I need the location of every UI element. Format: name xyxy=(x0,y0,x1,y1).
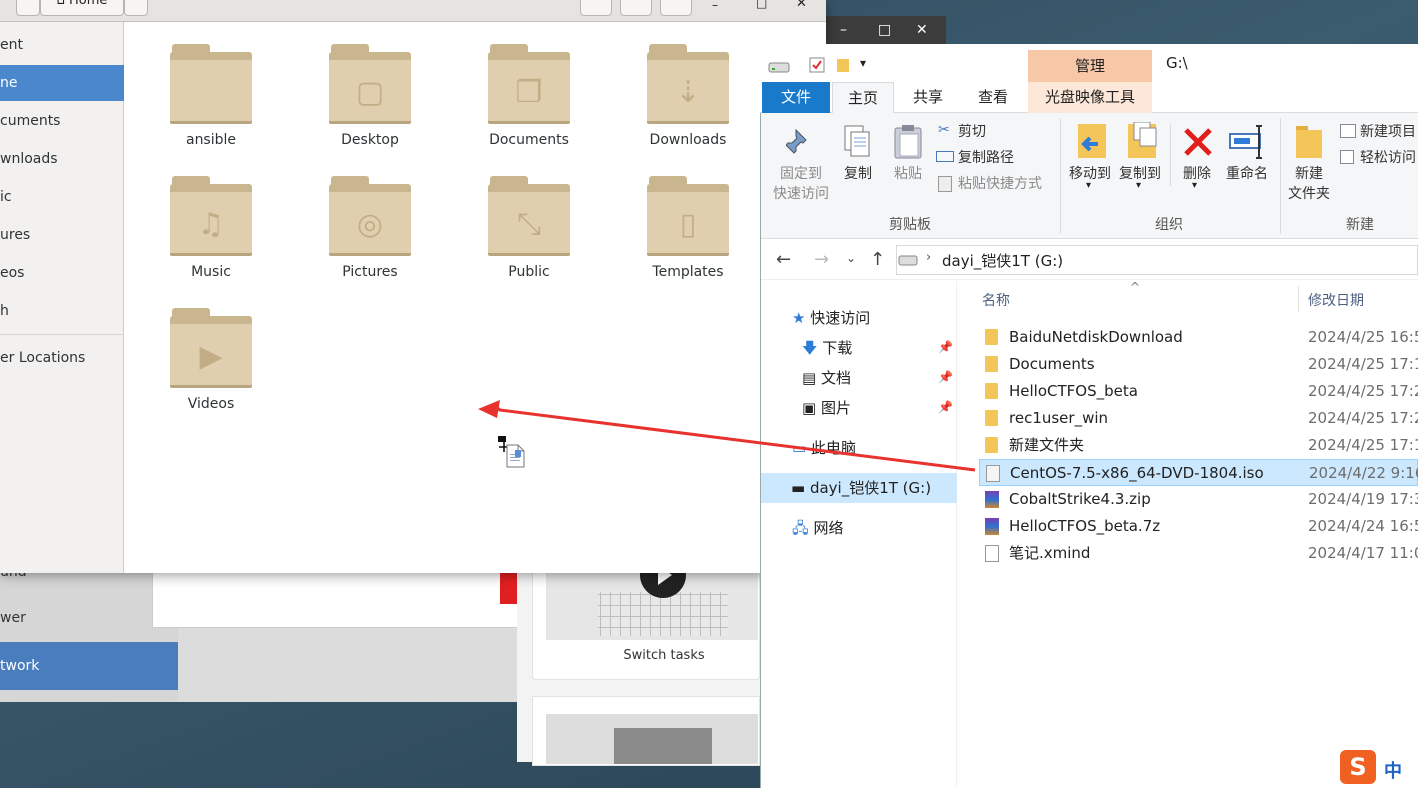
annotation-arrow xyxy=(478,400,976,472)
